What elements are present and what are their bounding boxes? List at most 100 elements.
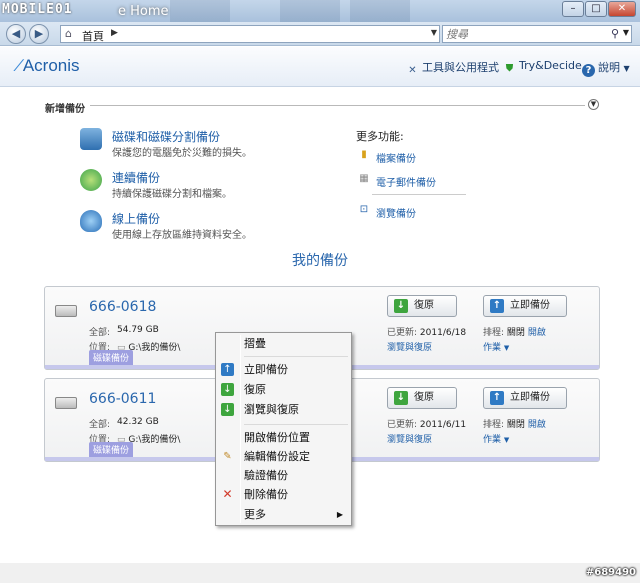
menu-item-edit-settings[interactable]: ✎ 編輯備份設定 [218, 447, 349, 466]
back-arrow-icon: ◀ [11, 27, 21, 40]
delete-x-icon: ✕ [222, 487, 233, 501]
menu-item-validate[interactable]: 驗證備份 [218, 466, 349, 485]
continuous-backup-title[interactable]: 連續備份 [112, 169, 160, 186]
maximize-button[interactable]: □ [585, 1, 607, 17]
restore-arrow-icon: ↓ [394, 299, 408, 313]
address-dropdown-icon[interactable]: ▼ [431, 28, 437, 37]
tools-utilities-link[interactable]: ✕ 工具與公用程式 [406, 59, 499, 77]
address-bar[interactable]: ⌂ 首頁 ▶ ▼ [60, 25, 440, 43]
continuous-backup-icon [80, 169, 102, 191]
collapse-chevron-icon[interactable]: ▼ [588, 99, 599, 110]
operations-link[interactable]: 作業 ▼ [483, 340, 509, 353]
menu-item-restore[interactable]: ↓ 復原 [218, 380, 349, 399]
menu-item-collapse[interactable]: 摺疊 [218, 334, 349, 353]
operations-link[interactable]: 作業 ▼ [483, 432, 509, 445]
hard-disk-icon [55, 305, 77, 317]
online-backup-icon [80, 210, 102, 232]
total-size-value: 54.79 GB [117, 325, 159, 335]
schedule-info: 排程: 關閉 開啟 [483, 420, 546, 430]
help-link[interactable]: ? 說明 ▼ [582, 59, 630, 77]
context-menu: 摺疊 ↑ 立即備份 ↓ 復原 ↓ 瀏覽與復原 開啟備份位置 ✎ 編輯備份設定 驗證備份 … [215, 332, 352, 526]
disk-backup-icon [80, 128, 102, 150]
help-label: 說明 [598, 61, 620, 74]
breadcrumb-arrow-icon[interactable]: ▶ [111, 28, 118, 38]
schedule-on-link[interactable]: 開啟 [528, 420, 546, 430]
title-decoration [280, 0, 340, 22]
total-size-label: 全部: [89, 328, 111, 338]
watermark-id: #689490 [585, 567, 636, 578]
menu-item-more[interactable]: 更多 ▶ [218, 505, 349, 524]
file-backup-link[interactable]: ▮ 檔案備份 [361, 149, 416, 165]
email-backup-link[interactable]: ▦ 電子郵件備份 [359, 173, 436, 189]
forward-button[interactable]: ▶ [29, 24, 49, 44]
app-header: ∕ Acronis ✕ 工具與公用程式 ⛊ Try&Decide ? 說明 ▼ [0, 47, 640, 87]
browse-backup-link[interactable]: ⊡ 瀏覽備份 [360, 204, 416, 220]
file-backup-icon: ▮ [361, 149, 367, 160]
window-title: e Home [118, 4, 169, 19]
search-box[interactable]: ⚲ ▼ [442, 25, 632, 43]
help-dropdown-icon: ▼ [623, 64, 630, 73]
backup-now-button[interactable]: ↑ 立即備份 [483, 295, 567, 317]
minimize-button[interactable]: – [562, 1, 584, 17]
browse-backup-icon: ⊡ [359, 204, 369, 215]
close-button[interactable]: ✕ [608, 1, 636, 17]
total-size-value: 42.32 GB [117, 417, 159, 427]
backup-up-arrow-icon: ↑ [490, 299, 504, 313]
continuous-backup-desc: 持續保護磁碟分割和檔案。 [112, 189, 232, 200]
backup-now-button[interactable]: ↑ 立即備份 [483, 387, 567, 409]
online-backup-desc: 使用線上存放區維持資料安全。 [112, 230, 252, 241]
disk-partition-backup-title[interactable]: 磁碟和磁碟分割備份 [112, 128, 220, 145]
backup-name[interactable]: 666-0618 [89, 299, 156, 315]
submenu-arrow-icon: ▶ [336, 510, 343, 519]
navigation-bar: ◀ ▶ ⌂ 首頁 ▶ ▼ ⚲ ▼ [0, 22, 640, 46]
home-icon: ⌂ [65, 27, 72, 40]
acronis-logo: ∕ Acronis [18, 56, 80, 75]
menu-separator [244, 424, 348, 425]
try-decide-link[interactable]: ⛊ Try&Decide [503, 59, 582, 75]
updated-info: 已更新: 2011/6/18 [387, 328, 467, 338]
search-dropdown-icon[interactable]: ▼ [623, 28, 629, 37]
restore-button[interactable]: ↓ 復原 [387, 295, 457, 317]
disk-backup-tag: 磁碟備份 [89, 442, 134, 457]
address-text: 首頁 [82, 30, 104, 43]
tools-icon: ✕ [408, 65, 417, 76]
restore-button[interactable]: ↓ 復原 [387, 387, 457, 409]
menu-item-open-location[interactable]: 開啟備份位置 [218, 428, 349, 447]
schedule-on-link[interactable]: 開啟 [528, 328, 546, 338]
help-icon: ? [582, 64, 595, 77]
online-backup-title[interactable]: 線上備份 [112, 210, 160, 227]
forward-arrow-icon: ▶ [34, 27, 44, 40]
back-button[interactable]: ◀ [6, 24, 26, 44]
restore-arrow-icon: ↓ [221, 383, 234, 396]
menu-item-backup-now[interactable]: ↑ 立即備份 [218, 360, 349, 379]
backup-up-arrow-icon: ↑ [221, 363, 234, 376]
email-backup-icon: ▦ [359, 173, 369, 184]
tools-utilities-label: 工具與公用程式 [422, 61, 499, 74]
title-bar: MOBILE01 e Home – □ ✕ [0, 0, 640, 22]
disk-partition-backup-desc: 保護您的電腦免於災難的損失。 [112, 148, 252, 159]
restore-arrow-icon: ↓ [394, 391, 408, 405]
title-decoration [170, 0, 230, 22]
acronis-mark-icon: ∕ [18, 56, 21, 75]
section-divider [90, 105, 585, 106]
search-input[interactable] [443, 26, 603, 42]
backup-name[interactable]: 666-0611 [89, 391, 156, 407]
browse-restore-icon: ↓ [221, 403, 234, 416]
more-features-heading: 更多功能: [356, 130, 404, 143]
shield-icon: ⛊ [505, 63, 514, 74]
operations-dropdown-icon: ▼ [503, 344, 510, 352]
browse-restore-link[interactable]: 瀏覽與復原 [387, 432, 432, 445]
total-size-label: 全部: [89, 420, 111, 430]
browse-restore-link[interactable]: 瀏覽與復原 [387, 340, 432, 353]
edit-pencil-icon: ✎ [223, 451, 232, 462]
try-decide-label: Try&Decide [519, 59, 582, 72]
menu-item-delete[interactable]: ✕ 刪除備份 [218, 485, 349, 504]
disk-backup-tag: 磁碟備份 [89, 350, 134, 365]
search-icon[interactable]: ⚲ [611, 27, 619, 40]
menu-separator [244, 356, 348, 357]
menu-item-browse-restore[interactable]: ↓ 瀏覽與復原 [218, 400, 349, 419]
hard-disk-icon [55, 397, 77, 409]
schedule-info: 排程: 關閉 開啟 [483, 328, 546, 338]
backup-up-arrow-icon: ↑ [490, 391, 504, 405]
status-bar [0, 563, 640, 583]
